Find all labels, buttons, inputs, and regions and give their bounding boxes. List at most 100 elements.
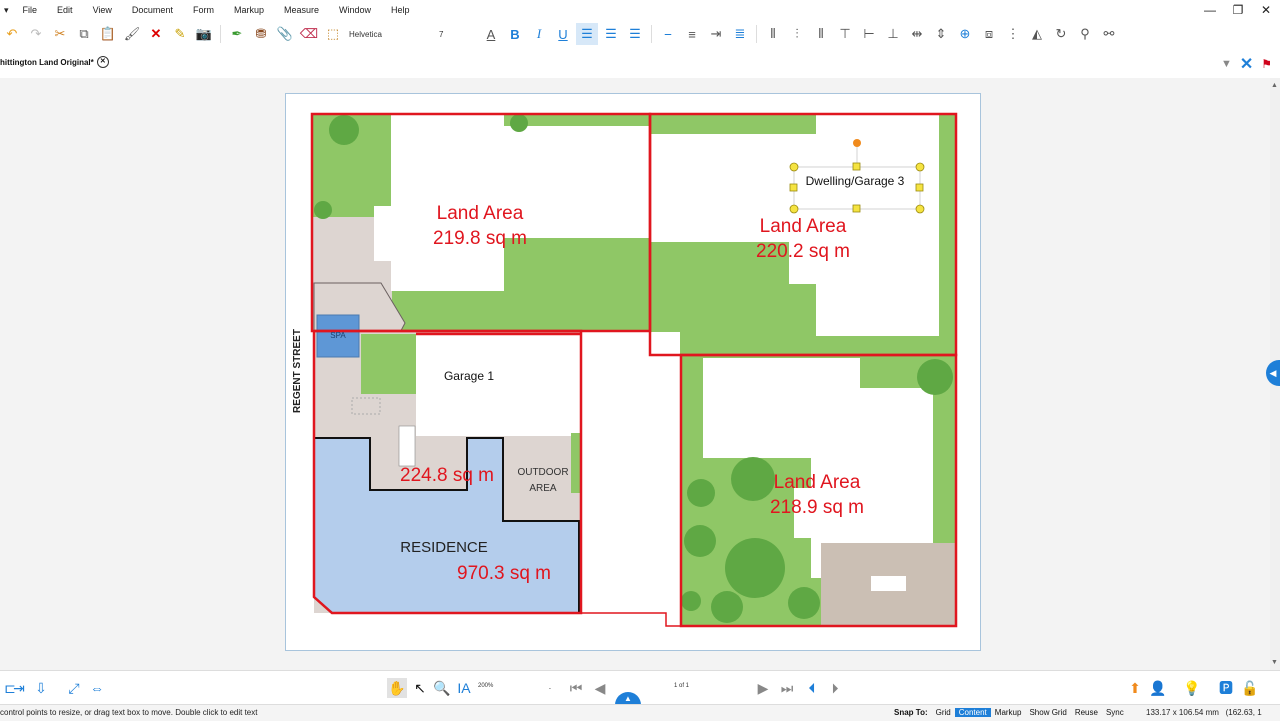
first-page-icon[interactable]: ⏮ [566,678,586,698]
format-painter-icon[interactable]: 🖌 [121,23,143,45]
crop-icon[interactable]: ⬚ [322,23,344,45]
resize-handle-corner[interactable] [915,204,925,214]
menu-measure[interactable]: Measure [274,5,329,15]
ungroup-icon[interactable]: ⋮ [1002,23,1024,45]
resize-handle-corner[interactable] [915,162,925,172]
restore-icon[interactable]: ❐ [1224,0,1252,20]
resize-handle-edge[interactable] [789,183,798,192]
previous-view-icon[interactable]: ⏴ [802,678,822,698]
rotation-handle[interactable] [853,139,861,147]
highlight-icon[interactable]: ✎ [169,23,191,45]
last-page-icon[interactable]: ⏭ [777,678,797,698]
area-value-garage[interactable]: 224.8 sq m [400,465,494,486]
fit-page-icon[interactable]: ⤢ [64,678,84,698]
align-objects-top-icon[interactable]: ⊤ [834,23,856,45]
rotate-icon[interactable]: ↻ [1050,23,1072,45]
user-icon[interactable]: 👤 [1148,678,1168,698]
area-value-top-left[interactable]: 219.8 sq m [433,228,527,249]
show-grid-toggle[interactable]: Show Grid [1025,708,1070,717]
align-objects-bottom-icon[interactable]: ⊥ [882,23,904,45]
close-panel-icon[interactable]: ✕ [1240,54,1253,74]
list-icon[interactable]: ≣ [729,23,751,45]
align-objects-right-icon[interactable]: ⫴ [810,23,832,45]
resize-handle-corner[interactable] [789,162,799,172]
menu-view[interactable]: View [83,5,122,15]
import-icon[interactable]: ⇥ [9,678,29,698]
text-select-icon[interactable]: IA [454,678,474,698]
app-menu-icon[interactable]: ▾ [0,5,13,16]
select-arrow-icon[interactable]: ↖ [410,678,430,698]
resize-handle-corner[interactable] [789,204,799,214]
align-right-icon[interactable]: ☰ [624,23,646,45]
area-value-bottom-right[interactable]: 218.9 sq m [770,497,864,518]
bold-icon[interactable]: B [504,23,526,45]
align-objects-left-icon[interactable]: ⫴ [762,23,784,45]
font-color-icon[interactable]: A [480,23,502,45]
zoom-dropdown-icon[interactable]: · [540,678,560,698]
snap-content-toggle[interactable]: Content [954,708,991,717]
zoom-level[interactable]: 200% [478,683,493,689]
underline-icon[interactable]: U [552,23,574,45]
copy-icon[interactable]: ⧉ [73,23,95,45]
snap-markup-toggle[interactable]: Markup [991,708,1026,717]
area-value-residence[interactable]: 970.3 sq m [457,563,551,584]
snapshot-icon[interactable]: 📷 [193,23,215,45]
close-window-icon[interactable]: ✕ [1252,0,1280,20]
pen-icon[interactable]: ✒ [226,23,248,45]
distribute-v-icon[interactable]: ⇕ [930,23,952,45]
area-title-top-right[interactable]: Land Area [760,216,847,237]
menu-markup[interactable]: Markup [224,5,274,15]
next-view-icon[interactable]: ⏵ [825,678,845,698]
close-tab-icon[interactable]: ✕ [96,56,109,68]
line-style-icon[interactable]: ⎯ [657,23,679,45]
pan-hand-icon[interactable]: ✋ [387,678,407,698]
area-title-bottom-right[interactable]: Land Area [774,472,861,493]
font-size-field[interactable]: 7 [439,30,479,39]
export-icon[interactable]: ⇩ [31,678,51,698]
menu-edit[interactable]: Edit [47,5,83,15]
pdf-icon[interactable]: 🅿 [1216,678,1236,698]
align-center-icon[interactable]: ☰ [600,23,622,45]
cut-icon[interactable]: ✂ [49,23,71,45]
resize-handle-edge[interactable] [915,183,924,192]
eraser-icon[interactable]: ⌫ [298,23,320,45]
page-indicator[interactable]: 1 of 1 [674,683,689,689]
delete-icon[interactable]: ✕ [145,23,167,45]
align-objects-middle-icon[interactable]: ⊢ [858,23,880,45]
flip-icon[interactable]: ◭ [1026,23,1048,45]
stamp-icon[interactable]: ⛃ [250,23,272,45]
font-name-field[interactable]: Helvetica [345,30,439,39]
menu-help[interactable]: Help [381,5,420,15]
menu-window[interactable]: Window [329,5,381,15]
italic-icon[interactable]: I [528,23,550,45]
scroll-down-icon[interactable]: ▼ [1271,659,1278,666]
reuse-toggle[interactable]: Reuse [1071,708,1102,717]
group-icon[interactable]: ⧈ [978,23,1000,45]
align-objects-center-icon[interactable]: ⫶ [786,23,808,45]
indent-icon[interactable]: ⇥ [705,23,727,45]
garage-1-label[interactable]: Garage 1 [444,369,494,383]
lightbulb-icon[interactable]: 💡 [1182,678,1202,698]
distribute-h-icon[interactable]: ⇹ [906,23,928,45]
undo-icon[interactable]: ↶ [1,23,23,45]
tab-list-icon[interactable]: ▼ [1221,58,1232,70]
center-page-icon[interactable]: ⊕ [954,23,976,45]
document-tab[interactable]: hittington Land Original* ✕ [0,56,109,68]
snap-grid-toggle[interactable]: Grid [932,708,955,717]
area-title-top-left[interactable]: Land Area [437,203,524,224]
up-arrow-icon[interactable]: ⬆ [1125,678,1145,698]
line-spacing-icon[interactable]: ≡ [681,23,703,45]
prev-page-icon[interactable]: ◀ [590,678,610,698]
minimize-icon[interactable]: — [1196,0,1224,20]
menu-document[interactable]: Document [122,5,183,15]
link-icon[interactable]: ⚲ [1074,23,1096,45]
paste-icon[interactable]: 📋 [97,23,119,45]
sync-toggle[interactable]: Sync [1102,708,1128,717]
resize-handle-edge[interactable] [852,204,861,213]
area-value-top-right[interactable]: 220.2 sq m [756,241,850,262]
flag-icon[interactable]: ⚑ [1261,57,1272,71]
menu-file[interactable]: File [13,5,48,15]
lock-icon[interactable]: 🔓 [1240,678,1260,698]
resize-handle-edge[interactable] [852,162,861,171]
zoom-icon[interactable]: 🔍 [432,678,452,698]
